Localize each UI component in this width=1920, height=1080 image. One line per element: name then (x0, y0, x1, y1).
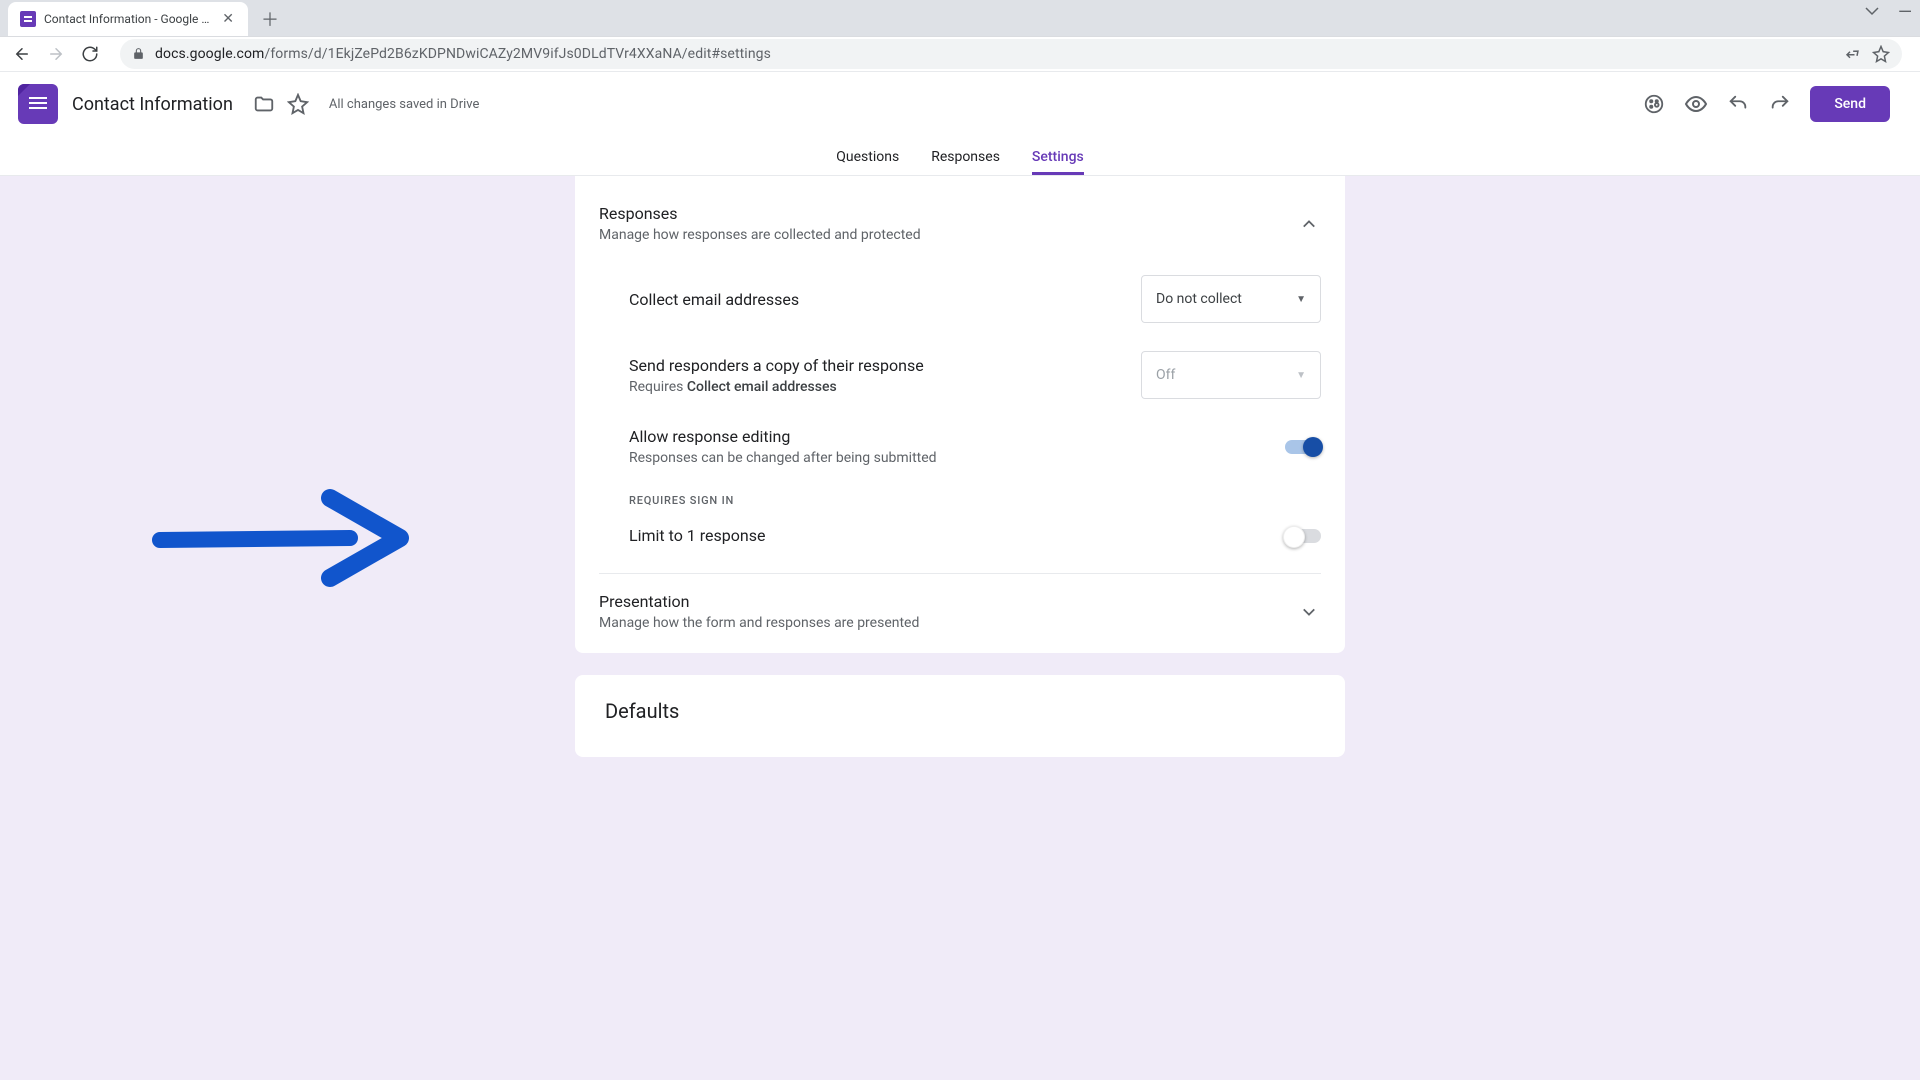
tab-close-icon[interactable]: ✕ (220, 9, 236, 29)
nav-forward-button[interactable] (46, 44, 66, 64)
tab-responses[interactable]: Responses (931, 149, 1000, 175)
section-divider (599, 573, 1321, 574)
allow-editing-label: Allow response editing (629, 427, 1285, 446)
limit-one-response-toggle[interactable] (1285, 529, 1321, 543)
allow-editing-toggle[interactable] (1285, 440, 1321, 454)
responses-section-subtitle: Manage how responses are collected and p… (599, 227, 1297, 243)
presentation-section-subtitle: Manage how the form and responses are pr… (599, 615, 1297, 631)
forms-favicon-icon (20, 11, 36, 27)
forms-app-logo-icon[interactable] (18, 84, 58, 124)
send-copy-desc: Requires Collect email addresses (629, 379, 1141, 395)
save-status-text: All changes saved in Drive (329, 97, 480, 112)
send-copy-select: Off ▼ (1141, 351, 1321, 399)
send-button[interactable]: Send (1810, 86, 1890, 122)
star-form-button[interactable] (281, 87, 315, 121)
chrome-menu-icon[interactable] (1864, 4, 1880, 22)
undo-button[interactable] (1726, 92, 1750, 116)
address-bar-input[interactable]: docs.google.com/forms/d/1EkjZePd2B6zKDPN… (120, 39, 1902, 69)
requires-signin-header: REQUIRES SIGN IN (599, 480, 1321, 511)
address-url: docs.google.com/forms/d/1EkjZePd2B6zKDPN… (155, 46, 1834, 62)
move-to-folder-button[interactable] (247, 87, 281, 121)
share-icon[interactable] (1844, 45, 1862, 63)
collect-email-value: Do not collect (1156, 291, 1296, 307)
chevron-down-icon (1297, 605, 1321, 619)
responses-section-header[interactable]: Responses Manage how responses are colle… (599, 200, 1321, 261)
limit-one-response-label: Limit to 1 response (629, 526, 1285, 545)
collect-email-select[interactable]: Do not collect ▼ (1141, 275, 1321, 323)
tab-title-text: Contact Information - Google Forms (44, 12, 212, 26)
preview-button[interactable] (1684, 92, 1708, 116)
chevron-up-icon (1297, 217, 1321, 231)
bookmark-icon[interactable] (1872, 45, 1890, 63)
send-copy-label: Send responders a copy of their response (629, 356, 1141, 375)
lock-icon (132, 47, 145, 60)
customize-theme-button[interactable] (1642, 92, 1666, 116)
form-title[interactable]: Contact Information (72, 94, 233, 115)
new-tab-button[interactable]: ＋ (256, 5, 284, 33)
allow-editing-desc: Responses can be changed after being sub… (629, 450, 1285, 466)
redo-button[interactable] (1768, 92, 1792, 116)
nav-back-button[interactable] (12, 44, 32, 64)
presentation-section-title: Presentation (599, 592, 1297, 611)
browser-tab[interactable]: Contact Information - Google Forms ✕ (8, 2, 248, 36)
window-minimize-button[interactable]: — (1898, 10, 1912, 16)
responses-section-title: Responses (599, 204, 1297, 223)
tab-questions[interactable]: Questions (836, 149, 899, 175)
caret-down-icon: ▼ (1296, 294, 1306, 305)
caret-down-icon: ▼ (1296, 370, 1306, 381)
defaults-section-title: Defaults (605, 699, 1315, 723)
nav-reload-button[interactable] (80, 44, 100, 64)
collect-email-label: Collect email addresses (629, 290, 1141, 309)
presentation-section-header[interactable]: Presentation Manage how the form and res… (599, 588, 1321, 645)
tab-settings[interactable]: Settings (1032, 149, 1084, 175)
send-copy-value: Off (1156, 367, 1296, 383)
